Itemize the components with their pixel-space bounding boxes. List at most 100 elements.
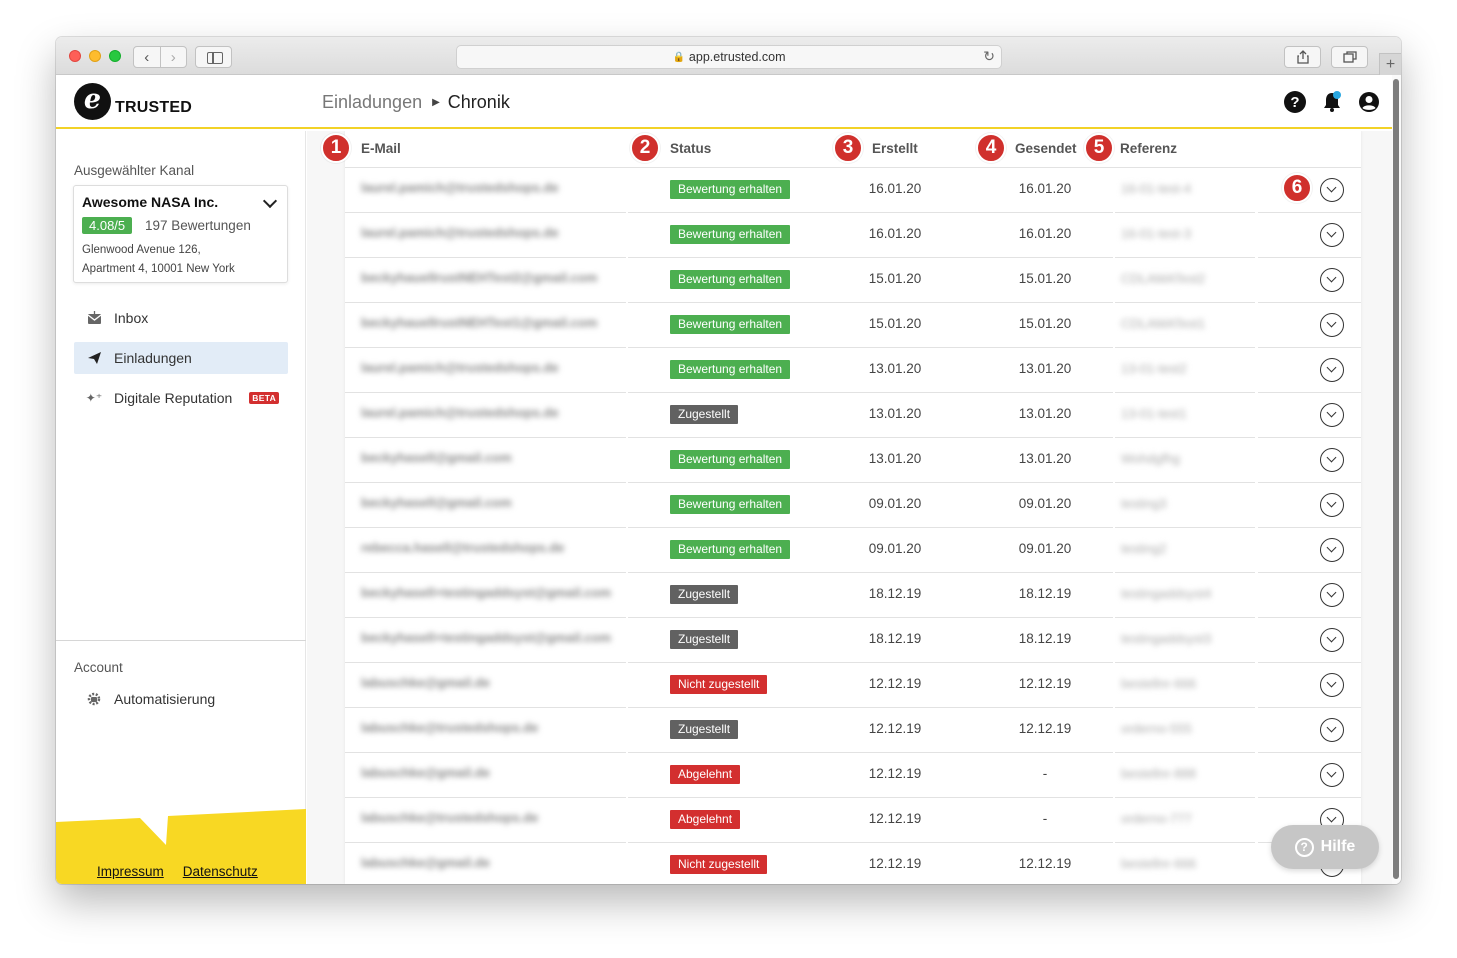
gear-robot-icon: [74, 691, 114, 707]
created-date-cell: 12.12.19: [868, 856, 922, 871]
reference-cell: testing2: [1121, 541, 1167, 556]
table-row[interactable]: labuschke@trustedshops.de Abgelehnt 12.12.…: [345, 798, 1361, 843]
table-row[interactable]: beckyhauellrustNEHTest2@gmail.com Bewertu…: [345, 258, 1361, 303]
help-button-label: Hilfe: [1320, 838, 1356, 855]
new-tab-button[interactable]: +: [1379, 53, 1401, 75]
tabs-overview-icon[interactable]: [1331, 46, 1368, 68]
table-row[interactable]: laurel.pamich@trustedshops.de Bewertung e…: [345, 213, 1361, 258]
sidebar-item-einladungen[interactable]: Einladungen: [74, 342, 288, 374]
sidebar-item-label: Einladungen: [114, 350, 192, 366]
question-icon: ?: [1294, 837, 1314, 857]
impressum-link[interactable]: Impressum: [97, 864, 164, 879]
inbox-icon: [74, 311, 114, 325]
chevron-down-icon[interactable]: [1320, 313, 1344, 337]
chevron-down-icon[interactable]: [1320, 358, 1344, 382]
user-account-icon[interactable]: [1358, 91, 1380, 113]
status-badge: Bewertung erhalten: [670, 540, 791, 559]
table-row[interactable]: laurel.pamich@trustedshops.de Bewertung e…: [345, 168, 1361, 213]
help-icon[interactable]: ?: [1284, 91, 1306, 113]
chevron-down-icon[interactable]: [262, 193, 278, 209]
breadcrumb-parent[interactable]: Einladungen: [322, 92, 422, 113]
chevron-down-icon[interactable]: [1320, 493, 1344, 517]
sidebar-item-label: Digitale Reputation: [114, 390, 233, 406]
sent-date-cell: -: [1042, 766, 1048, 781]
sidebar-item-inbox[interactable]: Inbox: [74, 302, 288, 334]
column-sent[interactable]: Gesendet: [1015, 141, 1077, 156]
zoom-window-button[interactable]: [109, 50, 121, 62]
sidebar-item-automatisierung[interactable]: Automatisierung: [74, 683, 288, 715]
created-date-cell: 09.01.20: [868, 496, 922, 511]
created-date-cell: 12.12.19: [868, 676, 922, 691]
chevron-down-icon[interactable]: [1320, 538, 1344, 562]
status-badge: Nicht zugestellt: [670, 675, 768, 694]
share-icon[interactable]: [1284, 46, 1321, 68]
notifications-bell-icon[interactable]: [1321, 91, 1343, 113]
reload-icon[interactable]: ↻: [983, 48, 995, 65]
chevron-down-icon[interactable]: [1320, 583, 1344, 607]
status-badge: Bewertung erhalten: [670, 315, 791, 334]
address-bar[interactable]: 🔒 app.etrusted.com ↻: [456, 45, 1002, 69]
status-badge: Zugestellt: [670, 720, 739, 739]
created-date-cell: 13.01.20: [868, 406, 922, 421]
table-row[interactable]: beckyhasell+testingaddsyst@gmail.com Zuge…: [345, 573, 1361, 618]
scrollbar-thumb[interactable]: [1393, 79, 1399, 879]
table-row[interactable]: laurel.pamich@trustedshops.de Bewertung e…: [345, 348, 1361, 393]
table-row[interactable]: beckyhauellrustNEHTest1@gmail.com Bewertu…: [345, 303, 1361, 348]
channel-selector[interactable]: Awesome NASA Inc. 4.08/5 197 Bewertungen…: [73, 185, 288, 283]
status-badge: Zugestellt: [670, 630, 739, 649]
table-row[interactable]: laurel.pamich@trustedshops.de Zugestellt 1…: [345, 393, 1361, 438]
table-row[interactable]: beckyhasell@gmail.com Bewertung erhalten 0…: [345, 483, 1361, 528]
chevron-down-icon[interactable]: [1320, 628, 1344, 652]
minimize-window-button[interactable]: [89, 50, 101, 62]
table-row[interactable]: labuschke@trustedshops.de Zugestellt 12.12…: [345, 708, 1361, 753]
table-row[interactable]: beckyhasell@gmail.com Bewertung erhalten 1…: [345, 438, 1361, 483]
email-cell: laurel.pamich@trustedshops.de: [361, 360, 559, 375]
status-badge: Abgelehnt: [670, 810, 741, 829]
sent-date-cell: 13.01.20: [1018, 361, 1072, 376]
reference-cell: 13-01-test1: [1121, 406, 1187, 421]
chevron-down-icon[interactable]: [1320, 403, 1344, 427]
annotation-marker: 4: [976, 133, 1006, 163]
email-cell: beckyhasell+testingaddsyst@gmail.com: [361, 585, 612, 600]
sent-date-cell: 12.12.19: [1018, 676, 1072, 691]
column-created[interactable]: Erstellt: [872, 141, 918, 156]
breadcrumb-current: Chronik: [447, 92, 510, 112]
back-icon[interactable]: ‹: [134, 47, 160, 67]
column-reference[interactable]: Referenz: [1120, 141, 1177, 156]
sent-date-cell: 12.12.19: [1018, 856, 1072, 871]
forward-icon[interactable]: ›: [159, 47, 187, 67]
table-row[interactable]: rebecca.hasell@trustedshops.de Bewertung …: [345, 528, 1361, 573]
created-date-cell: 12.12.19: [868, 766, 922, 781]
reference-cell: CDLAMATest1: [1121, 316, 1206, 331]
table-row[interactable]: beckyhasell+testingaddsyst@gmail.com Zuge…: [345, 618, 1361, 663]
sidebar: Ausgewählter Kanal Awesome NASA Inc. 4.0…: [56, 131, 306, 884]
chevron-down-icon[interactable]: [1320, 718, 1344, 742]
reference-cell: CDLAMATest2: [1121, 271, 1206, 286]
sidebar-toggle-icon[interactable]: [195, 46, 232, 68]
sidebar-item-digitale-reputation[interactable]: ✦⁺ Digitale Reputation BETA: [74, 382, 288, 414]
etrusted-logo[interactable]: e TRUSTED: [74, 83, 192, 120]
table-row[interactable]: labuschke@gmail.de Nicht zugestellt 12.12.…: [345, 663, 1361, 708]
invitations-table: E-Mail Status Erstellt Gesendet Referenz…: [345, 131, 1361, 884]
table-row[interactable]: labuschke@gmail.de Nicht zugestellt 12.12.…: [345, 843, 1361, 884]
chevron-down-icon[interactable]: [1320, 178, 1344, 202]
chevron-down-icon[interactable]: [1320, 223, 1344, 247]
email-cell: beckyhasell+testingaddsyst@gmail.com: [361, 630, 612, 645]
column-status[interactable]: Status: [670, 141, 711, 156]
reference-cell: 16-01-test-3: [1121, 226, 1192, 241]
chevron-down-icon[interactable]: [1320, 268, 1344, 292]
created-date-cell: 12.12.19: [868, 721, 922, 736]
paper-plane-icon: [74, 351, 114, 365]
chevron-down-icon[interactable]: [1320, 673, 1344, 697]
close-window-button[interactable]: [69, 50, 81, 62]
lock-icon: 🔒: [672, 51, 685, 63]
stars-icon: ✦⁺: [85, 391, 103, 405]
chevron-down-icon[interactable]: [1320, 763, 1344, 787]
column-email[interactable]: E-Mail: [361, 141, 401, 156]
help-button[interactable]: ? Hilfe: [1271, 825, 1379, 869]
email-cell: labuschke@gmail.de: [361, 765, 490, 780]
reference-cell: 13-01-test2: [1121, 361, 1187, 376]
datenschutz-link[interactable]: Datenschutz: [183, 864, 258, 879]
chevron-down-icon[interactable]: [1320, 448, 1344, 472]
table-row[interactable]: labuschke@gmail.de Abgelehnt 12.12.19 - best…: [345, 753, 1361, 798]
